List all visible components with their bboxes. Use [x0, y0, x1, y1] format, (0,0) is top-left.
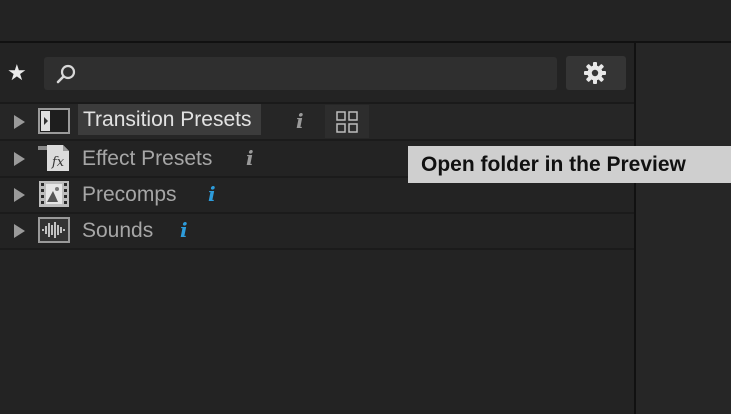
expand-arrow-icon[interactable]: [14, 224, 25, 238]
expand-arrow-icon[interactable]: [14, 115, 25, 129]
info-icon[interactable]: i: [296, 109, 304, 133]
settings-button[interactable]: [566, 56, 626, 90]
transition-preset-icon: [38, 107, 70, 135]
svg-text:fx: fx: [51, 155, 65, 170]
gear-icon: [584, 62, 606, 84]
search-input[interactable]: [44, 57, 557, 90]
tree-row-transition-presets[interactable]: Transition Presets i: [0, 104, 634, 141]
star-icon[interactable]: ★: [7, 61, 31, 85]
search-icon: [56, 63, 78, 85]
tree-item-label[interactable]: Transition Presets: [78, 104, 262, 135]
tree-item-label[interactable]: Effect Presets: [82, 147, 212, 171]
tree-row-sounds[interactable]: Sounds i: [0, 213, 634, 250]
top-bar: [0, 0, 731, 43]
grid-view-icon: [336, 111, 358, 133]
open-folder-button[interactable]: [325, 105, 369, 138]
info-icon[interactable]: i: [180, 218, 188, 242]
info-icon[interactable]: i: [246, 146, 254, 170]
tooltip: Open folder in the Preview: [408, 146, 731, 183]
tree-item-label[interactable]: Sounds: [82, 219, 153, 243]
precomp-film-icon: [38, 180, 70, 208]
effect-fx-icon: fx: [38, 144, 70, 172]
expand-arrow-icon[interactable]: [14, 188, 25, 202]
waveform-icon: [38, 216, 70, 244]
info-icon[interactable]: i: [208, 182, 216, 206]
expand-arrow-icon[interactable]: [14, 152, 25, 166]
tree-item-label[interactable]: Precomps: [82, 183, 177, 207]
preview-panel: [634, 43, 731, 414]
